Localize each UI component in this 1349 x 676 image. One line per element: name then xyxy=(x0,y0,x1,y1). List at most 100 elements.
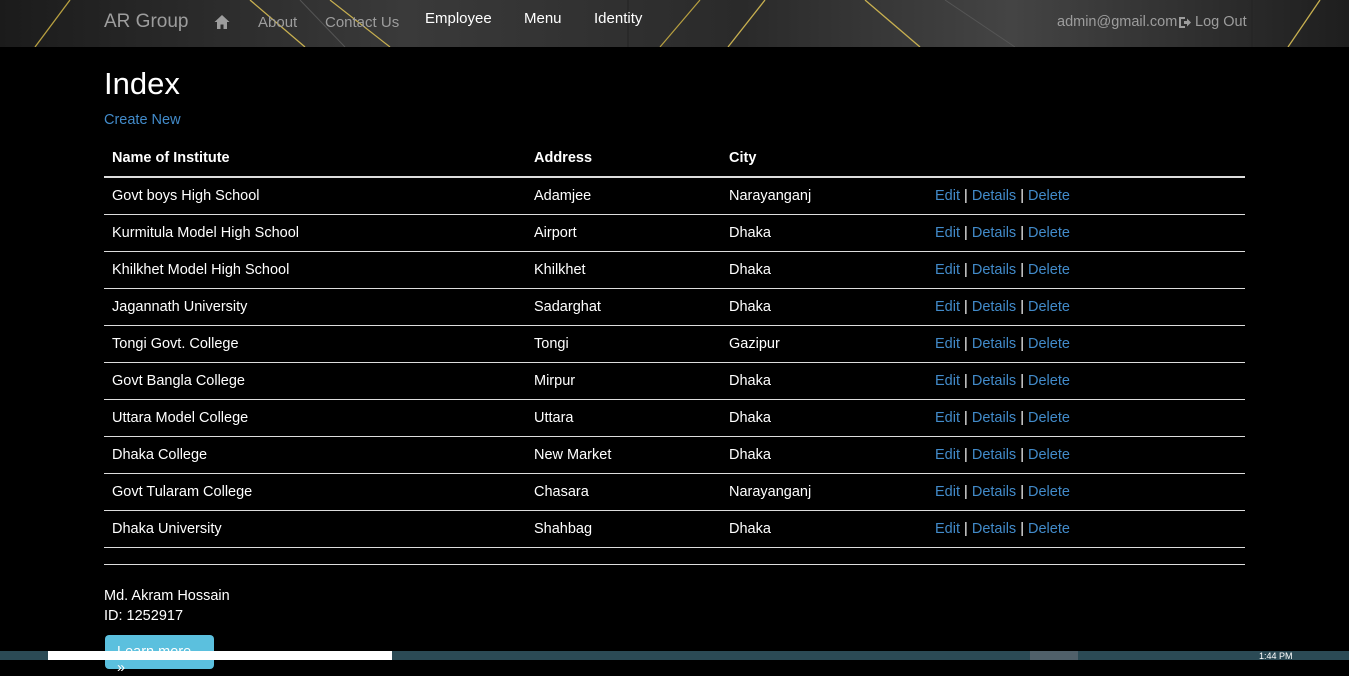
cell-city: Narayanganj xyxy=(721,177,927,215)
cell-name-of-institute: Khilkhet Model High School xyxy=(104,251,526,289)
cell-actions: Edit | Details | Delete xyxy=(927,251,1245,289)
edit-link[interactable]: Edit xyxy=(935,299,960,315)
delete-link[interactable]: Delete xyxy=(1028,447,1070,463)
cell-city: Narayanganj xyxy=(721,473,927,511)
table-row: Jagannath University Sadarghat Dhaka Edit |… xyxy=(104,288,1245,326)
cell-address: Sadarghat xyxy=(526,288,721,326)
cell-city: Dhaka xyxy=(721,288,927,326)
table-row: Dhaka University Shahbag Dhaka Edit | Detai… xyxy=(104,510,1245,548)
cell-address: Chasara xyxy=(526,473,721,511)
action-separator: | xyxy=(964,372,968,389)
cell-name-of-institute: Jagannath University xyxy=(104,288,526,326)
footer-author-id: ID: 1252917 xyxy=(104,608,184,624)
user-email-link[interactable]: admin@gmail.com xyxy=(1057,14,1177,30)
details-link[interactable]: Details xyxy=(972,484,1016,500)
cell-name-of-institute: Tongi Govt. College xyxy=(104,325,526,363)
edit-link[interactable]: Edit xyxy=(935,373,960,389)
navbar: AR Group About Contact Us Employee Menu … xyxy=(0,0,1349,47)
cell-name-of-institute: Govt boys High School xyxy=(104,177,526,215)
cell-city: Dhaka xyxy=(721,399,927,437)
cell-actions: Edit | Details | Delete xyxy=(927,473,1245,511)
cell-actions: Edit | Details | Delete xyxy=(927,177,1245,215)
header-name-of-institute: Name of Institute xyxy=(104,139,526,178)
edit-link[interactable]: Edit xyxy=(935,521,960,537)
cell-address: Adamjee xyxy=(526,177,721,215)
action-separator: | xyxy=(1020,224,1024,241)
footer-divider xyxy=(104,564,1245,565)
details-link[interactable]: Details xyxy=(972,336,1016,352)
header-actions xyxy=(927,139,1245,178)
table-header-row: Name of Institute Address City xyxy=(104,139,1245,178)
table-row: Kurmitula Model High School Airport Dhaka E… xyxy=(104,214,1245,252)
details-link[interactable]: Details xyxy=(972,299,1016,315)
action-separator: | xyxy=(1020,446,1024,463)
delete-link[interactable]: Delete xyxy=(1028,188,1070,204)
details-link[interactable]: Details xyxy=(972,373,1016,389)
delete-link[interactable]: Delete xyxy=(1028,410,1070,426)
action-separator: | xyxy=(964,483,968,500)
table-row: Govt Tularam College Chasara Narayanganj Ed… xyxy=(104,473,1245,511)
edit-link[interactable]: Edit xyxy=(935,225,960,241)
cell-name-of-institute: Govt Bangla College xyxy=(104,362,526,400)
action-separator: | xyxy=(1020,520,1024,537)
cell-actions: Edit | Details | Delete xyxy=(927,214,1245,252)
cell-name-of-institute: Uttara Model College xyxy=(104,399,526,437)
table-row: Govt boys High School Adamjee Narayanganj E… xyxy=(104,177,1245,215)
table-row: Uttara Model College Uttara Dhaka Edit | De… xyxy=(104,399,1245,437)
action-separator: | xyxy=(1020,187,1024,204)
table-row: Govt Bangla College Mirpur Dhaka Edit | Det… xyxy=(104,362,1245,400)
edit-link[interactable]: Edit xyxy=(935,410,960,426)
cell-actions: Edit | Details | Delete xyxy=(927,325,1245,363)
cell-actions: Edit | Details | Delete xyxy=(927,399,1245,437)
taskbar-active-app[interactable] xyxy=(1030,651,1078,660)
header-address: Address xyxy=(526,139,721,178)
taskbar-search-box[interactable] xyxy=(48,651,392,660)
delete-link[interactable]: Delete xyxy=(1028,373,1070,389)
action-separator: | xyxy=(964,187,968,204)
details-link[interactable]: Details xyxy=(972,262,1016,278)
action-separator: | xyxy=(964,520,968,537)
page-title: Index xyxy=(104,66,180,101)
nav-about[interactable]: About xyxy=(258,14,297,31)
delete-link[interactable]: Delete xyxy=(1028,299,1070,315)
cell-name-of-institute: Govt Tularam College xyxy=(104,473,526,511)
cell-actions: Edit | Details | Delete xyxy=(927,288,1245,326)
edit-link[interactable]: Edit xyxy=(935,262,960,278)
action-separator: | xyxy=(1020,335,1024,352)
details-link[interactable]: Details xyxy=(972,225,1016,241)
cell-name-of-institute: Dhaka College xyxy=(104,436,526,474)
details-link[interactable]: Details xyxy=(972,447,1016,463)
create-new-link[interactable]: Create New xyxy=(104,112,181,128)
table-row: Khilkhet Model High School Khilkhet Dhaka E… xyxy=(104,251,1245,289)
nav-employee[interactable]: Employee xyxy=(425,10,492,27)
delete-link[interactable]: Delete xyxy=(1028,262,1070,278)
cell-address: New Market xyxy=(526,436,721,474)
details-link[interactable]: Details xyxy=(972,188,1016,204)
home-icon[interactable] xyxy=(213,13,231,31)
brand-link[interactable]: AR Group xyxy=(104,11,188,33)
logout-link[interactable]: Log Out xyxy=(1177,14,1247,30)
cell-name-of-institute: Kurmitula Model High School xyxy=(104,214,526,252)
cell-city: Gazipur xyxy=(721,325,927,363)
edit-link[interactable]: Edit xyxy=(935,447,960,463)
nav-identity[interactable]: Identity xyxy=(594,10,642,27)
nav-contact-us[interactable]: Contact Us xyxy=(325,14,399,31)
edit-link[interactable]: Edit xyxy=(935,188,960,204)
cell-name-of-institute: Dhaka University xyxy=(104,510,526,548)
logout-icon xyxy=(1179,16,1191,28)
delete-link[interactable]: Delete xyxy=(1028,521,1070,537)
edit-link[interactable]: Edit xyxy=(935,336,960,352)
cell-address: Tongi xyxy=(526,325,721,363)
nav-menu[interactable]: Menu xyxy=(524,10,562,27)
delete-link[interactable]: Delete xyxy=(1028,336,1070,352)
details-link[interactable]: Details xyxy=(972,521,1016,537)
action-separator: | xyxy=(1020,483,1024,500)
details-link[interactable]: Details xyxy=(972,410,1016,426)
action-separator: | xyxy=(1020,298,1024,315)
delete-link[interactable]: Delete xyxy=(1028,225,1070,241)
cell-address: Shahbag xyxy=(526,510,721,548)
edit-link[interactable]: Edit xyxy=(935,484,960,500)
action-separator: | xyxy=(1020,409,1024,426)
delete-link[interactable]: Delete xyxy=(1028,484,1070,500)
cell-city: Dhaka xyxy=(721,214,927,252)
